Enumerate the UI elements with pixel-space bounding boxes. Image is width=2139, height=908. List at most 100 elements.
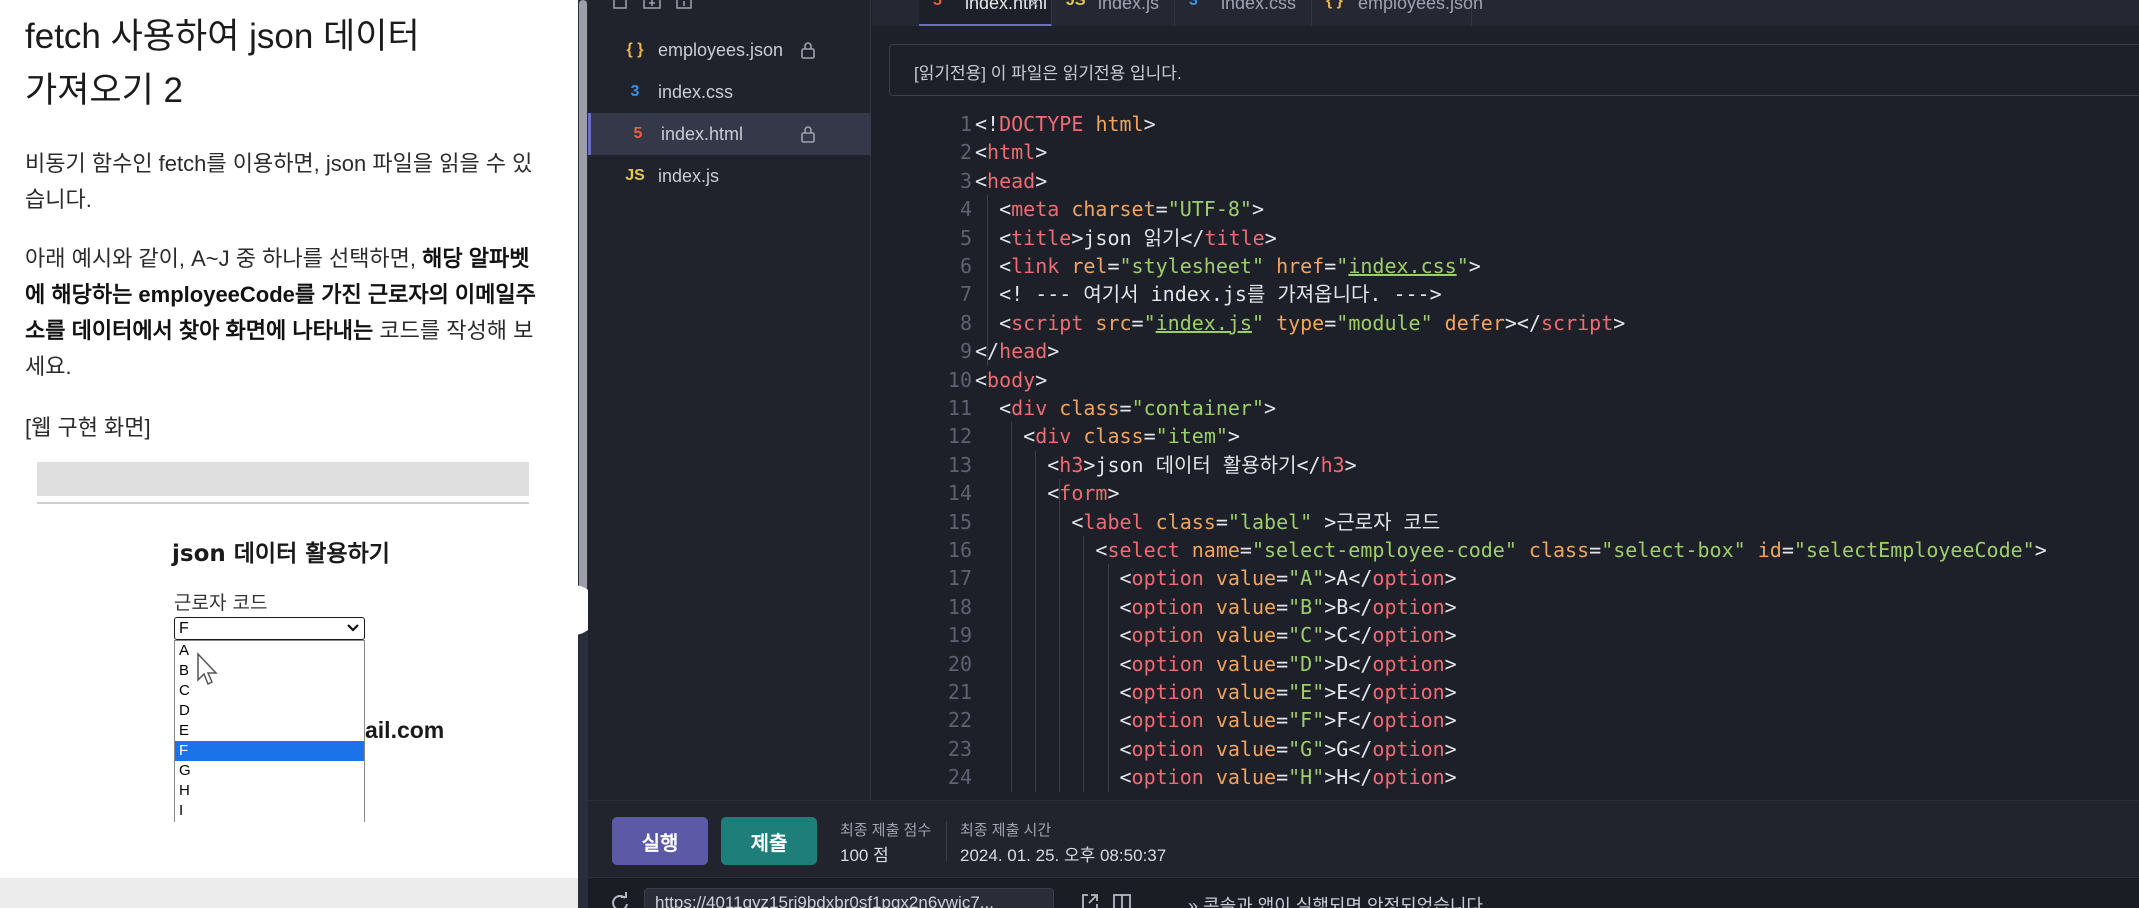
- explorer-toolbar: [588, 0, 871, 26]
- close-icon[interactable]: ×: [1028, 0, 1039, 14]
- code-token: ": [1336, 254, 1349, 278]
- code-token: =: [1215, 509, 1228, 534]
- instruction-panel: fetch 사용하여 json 데이터 가져오기 2 비동기 함수인 fetch를…: [0, 0, 578, 908]
- tab-employees-json[interactable]: { } employees.json: [1312, 0, 1483, 26]
- file-item-index-js[interactable]: JS index.js: [588, 155, 871, 197]
- code-token: <: [975, 509, 1084, 534]
- file-item-index-html[interactable]: 5 index.html: [588, 113, 871, 155]
- preview-option[interactable]: F: [175, 741, 364, 761]
- web-preview-example: json 데이터 활용하기 근로자 코드 F ABCDEFGHI ail.com: [37, 462, 529, 822]
- file-name: employees.json: [658, 40, 784, 60]
- code-token: ": [1143, 310, 1156, 335]
- lesson-title: fetch 사용하여 json 데이터 가져오기 2: [25, 10, 545, 118]
- code-token: >: [1264, 396, 1277, 420]
- code-token: <! --- 여기서 index.js를 가져옵니다. --->: [975, 282, 1442, 307]
- code-token: div: [1035, 424, 1072, 449]
- code-token: >B</: [1324, 594, 1373, 619]
- code-token: <: [975, 140, 988, 165]
- code-token: value: [1215, 594, 1277, 619]
- lesson-paragraph-2: 아래 예시와 같이, A~J 중 하나를 선택하면, 해당 알파벳에 해당하는 …: [25, 241, 545, 385]
- lock-icon: [801, 42, 815, 59]
- tab-label: index.js: [1098, 0, 1160, 13]
- instruction-content: fetch 사용하여 json 데이터 가져오기 2 비동기 함수인 fetch를…: [0, 0, 578, 878]
- line-number: 6: [959, 254, 972, 278]
- tab-file-icon: JS: [1066, 0, 1086, 9]
- code-token: href: [1276, 254, 1325, 278]
- code-token: <: [975, 481, 1060, 506]
- code-token: =: [1276, 566, 1289, 591]
- code-token: >: [2034, 538, 2047, 562]
- indent-guide: [987, 195, 988, 366]
- line-number: 9: [959, 339, 972, 364]
- submit-button[interactable]: 제출: [721, 817, 817, 865]
- lesson-title-line2: 가져오기 2: [25, 71, 183, 110]
- reload-icon[interactable]: [610, 892, 630, 908]
- preview-email-result: ail.com: [365, 717, 445, 743]
- preview-option[interactable]: G: [175, 761, 364, 781]
- code-token: >: [1035, 140, 1048, 165]
- run-button[interactable]: 실행: [612, 817, 708, 865]
- new-file-icon[interactable]: [610, 0, 630, 12]
- tab-index-css[interactable]: 3 index.css: [1175, 0, 1312, 26]
- code-token: "E": [1288, 680, 1325, 704]
- code-token: "item": [1155, 424, 1228, 449]
- instruction-scrollbar[interactable]: [578, 0, 588, 908]
- code-line: <option value="F">F</option>: [975, 706, 1456, 734]
- tab-label: index.css: [1221, 0, 1297, 13]
- file-type-icon: 3: [630, 83, 640, 100]
- code-area[interactable]: 1 <!DOCTYPE html> 2 <html> 3 <head> 4 <meta ch…: [872, 110, 2139, 800]
- meta-divider: [946, 821, 947, 861]
- code-token: name: [1191, 538, 1240, 562]
- preview-option[interactable]: D: [175, 701, 364, 721]
- code-token: >: [1444, 680, 1457, 704]
- split-view-icon[interactable]: [1112, 892, 1132, 908]
- code-token: script: [1011, 310, 1084, 335]
- code-token: option: [1131, 623, 1204, 648]
- code-token: "container": [1131, 396, 1265, 420]
- code-token: "selectEmployeeCode": [1793, 538, 2035, 562]
- line-number: 15: [947, 509, 972, 534]
- code-token: option: [1372, 566, 1445, 591]
- line-number: 4: [959, 197, 972, 222]
- preview-employee-select[interactable]: F: [174, 617, 365, 640]
- code-line: <! --- 여기서 index.js를 가져옵니다. --->: [975, 280, 1442, 308]
- upload-icon[interactable]: [674, 0, 694, 12]
- file-name: index.css: [658, 82, 734, 102]
- code-token: form: [1059, 481, 1108, 506]
- code-token: <: [975, 396, 1012, 420]
- code-token: >: [1468, 254, 1481, 278]
- code-token: >: [1047, 339, 1060, 364]
- code-line: <option value="H">H</option>: [975, 763, 1456, 791]
- line-number: 21: [947, 680, 972, 704]
- code-token: =: [1119, 396, 1132, 420]
- file-item-index-css[interactable]: 3 index.css: [588, 71, 871, 113]
- code-line: <option value="G">G</option>: [975, 735, 1456, 763]
- instruction-scrollbar-thumb[interactable]: [579, 0, 587, 608]
- preview-option[interactable]: H: [175, 781, 364, 801]
- preview-option[interactable]: E: [175, 721, 364, 741]
- line-number: 10: [947, 367, 972, 392]
- tab-index-js[interactable]: JS index.js: [1052, 0, 1175, 26]
- code-token: class: [1155, 509, 1216, 534]
- open-external-icon[interactable]: [1080, 892, 1100, 908]
- url-input[interactable]: https://4011qyz15ri9bdxbr0sf1pgx2n6ywic7…: [644, 888, 1054, 908]
- code-token: "UTF-8": [1167, 197, 1252, 222]
- new-folder-icon[interactable]: [642, 0, 662, 12]
- preview-header-bar: [37, 462, 529, 496]
- preview-option[interactable]: I: [175, 801, 364, 821]
- tab-index-html[interactable]: 5 index.html ×: [919, 0, 1052, 26]
- file-item-employees-json[interactable]: { } employees.json: [588, 29, 871, 71]
- indent-guide: [1107, 564, 1109, 792]
- code-token: >E</: [1324, 680, 1373, 704]
- final-score-label: 최종 제출 점수: [840, 822, 932, 839]
- line-number: 17: [947, 566, 972, 591]
- action-bar: 실행 제출 최종 제출 점수 100 점 최종 제출 시간 2024. 01. …: [588, 800, 2139, 877]
- code-token: "stylesheet": [1119, 254, 1265, 278]
- file-type-icon: { }: [626, 41, 644, 58]
